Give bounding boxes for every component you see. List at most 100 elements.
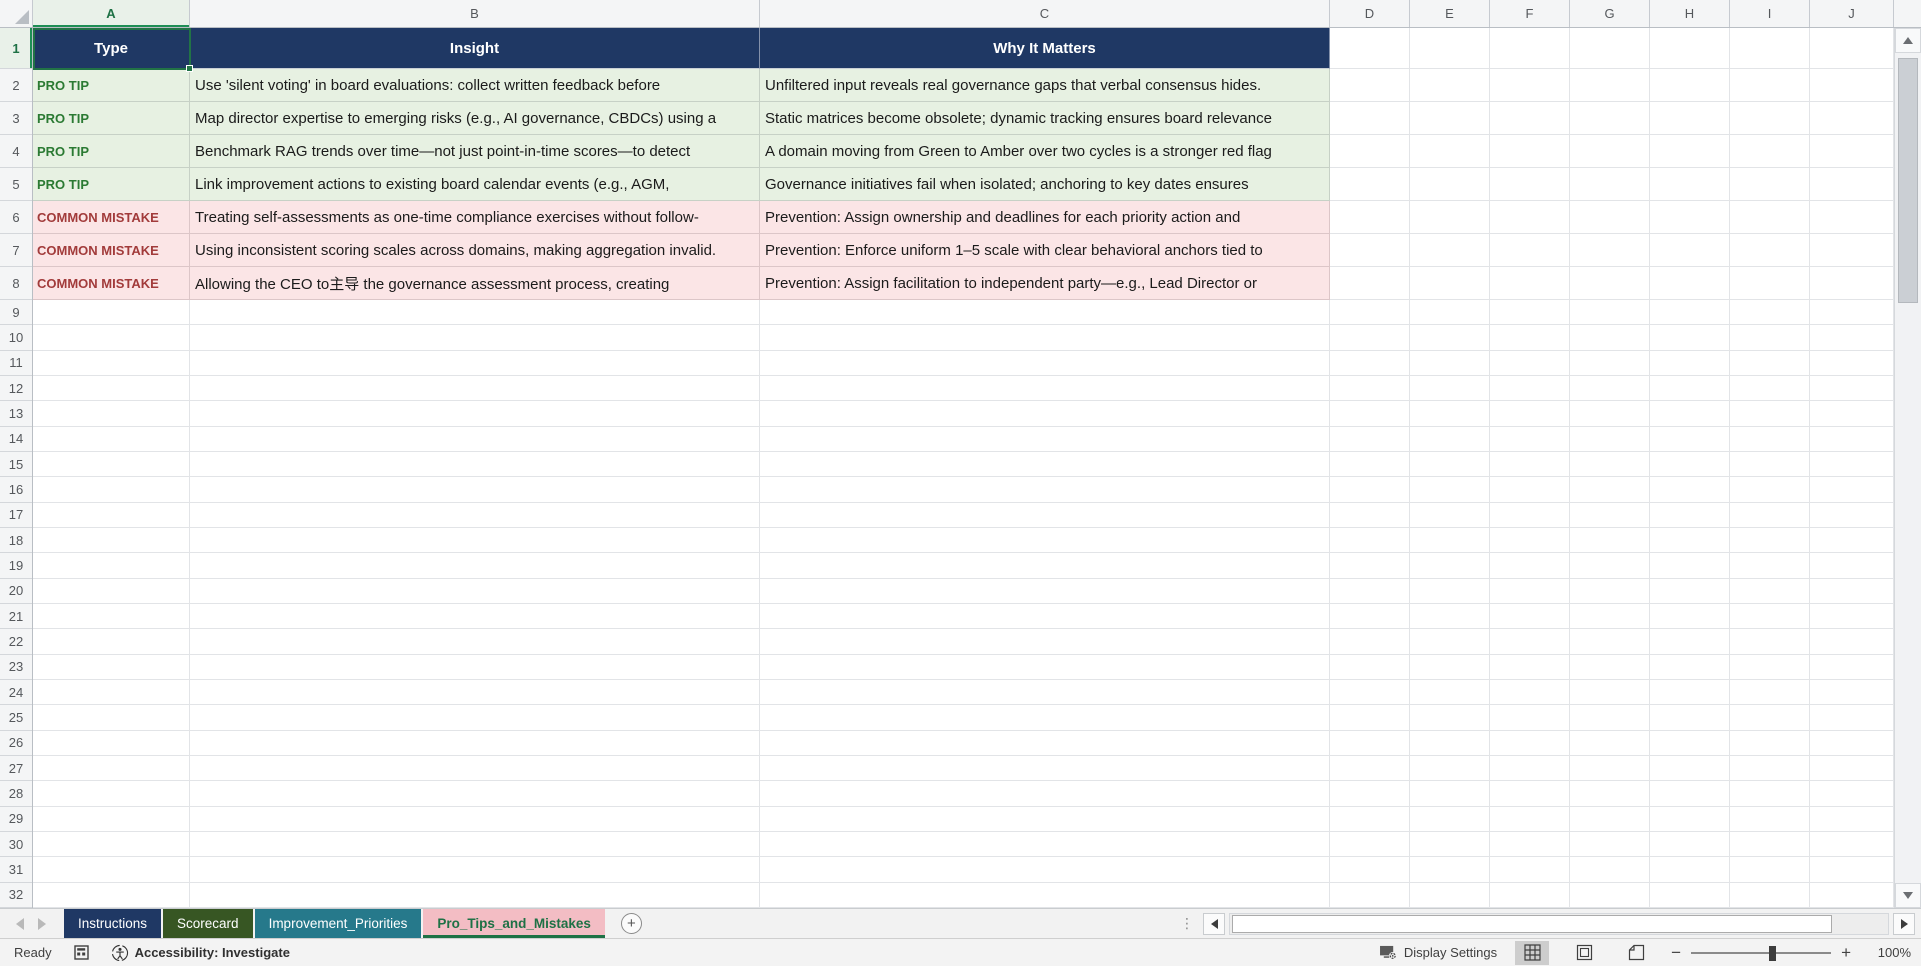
cell-H2[interactable] — [1650, 69, 1730, 102]
cell-A23[interactable] — [33, 654, 190, 680]
cell-F12[interactable] — [1490, 375, 1570, 402]
row-header-26[interactable]: 26 — [0, 731, 32, 756]
cell-D3[interactable] — [1330, 102, 1410, 135]
cell-C31[interactable] — [760, 857, 1330, 883]
column-header-G[interactable]: G — [1570, 0, 1650, 27]
row-header-22[interactable]: 22 — [0, 629, 32, 655]
cell-G27[interactable] — [1570, 755, 1650, 782]
cell-C30[interactable] — [760, 831, 1330, 858]
display-settings-button[interactable]: Display Settings — [1379, 945, 1497, 961]
row-header-17[interactable]: 17 — [0, 503, 32, 528]
next-sheet-arrow-icon[interactable] — [38, 917, 46, 930]
cell-G3[interactable] — [1570, 102, 1650, 135]
cell-B23[interactable] — [190, 654, 760, 680]
cell-J19[interactable] — [1810, 553, 1894, 579]
cell-E6[interactable] — [1410, 201, 1490, 234]
cell-H25[interactable] — [1650, 705, 1730, 731]
row-header-5[interactable]: 5 — [0, 168, 32, 201]
row-header-28[interactable]: 28 — [0, 781, 32, 807]
cell-F29[interactable] — [1490, 806, 1570, 832]
cell-H20[interactable] — [1650, 578, 1730, 604]
cell-G1[interactable] — [1570, 28, 1650, 69]
cell-C14[interactable] — [760, 426, 1330, 452]
cell-B24[interactable] — [190, 679, 760, 706]
cell-E26[interactable] — [1410, 730, 1490, 756]
cell-A13[interactable] — [33, 401, 190, 427]
cell-B4[interactable]: Benchmark RAG trends over time—not just … — [190, 135, 760, 168]
cell-C19[interactable] — [760, 553, 1330, 579]
cell-B32[interactable] — [190, 882, 760, 908]
cell-D9[interactable] — [1330, 300, 1410, 326]
cell-J28[interactable] — [1810, 781, 1894, 807]
cell-D18[interactable] — [1330, 527, 1410, 554]
row-header-20[interactable]: 20 — [0, 579, 32, 604]
cell-H7[interactable] — [1650, 234, 1730, 267]
cell-H15[interactable] — [1650, 451, 1730, 478]
zoom-slider-thumb[interactable] — [1769, 945, 1777, 961]
cell-B20[interactable] — [190, 578, 760, 604]
cell-E14[interactable] — [1410, 426, 1490, 452]
cell-I12[interactable] — [1730, 375, 1810, 402]
cell-E11[interactable] — [1410, 350, 1490, 376]
row-header-13[interactable]: 13 — [0, 401, 32, 427]
cell-G15[interactable] — [1570, 451, 1650, 478]
row-header-24[interactable]: 24 — [0, 680, 32, 706]
horizontal-scrollbar[interactable] — [1203, 909, 1921, 938]
cell-I27[interactable] — [1730, 755, 1810, 782]
cell-F25[interactable] — [1490, 705, 1570, 731]
cell-E29[interactable] — [1410, 806, 1490, 832]
cell-J12[interactable] — [1810, 375, 1894, 402]
cell-I1[interactable] — [1730, 28, 1810, 69]
scroll-up-button[interactable] — [1895, 28, 1921, 53]
cell-E1[interactable] — [1410, 28, 1490, 69]
cell-B25[interactable] — [190, 705, 760, 731]
cell-A16[interactable] — [33, 477, 190, 503]
cell-G30[interactable] — [1570, 831, 1650, 858]
cell-H24[interactable] — [1650, 679, 1730, 706]
cell-D11[interactable] — [1330, 350, 1410, 376]
cell-G20[interactable] — [1570, 578, 1650, 604]
cell-A14[interactable] — [33, 426, 190, 452]
cell-J2[interactable] — [1810, 69, 1894, 102]
column-header-C[interactable]: C — [760, 0, 1330, 27]
cell-J31[interactable] — [1810, 857, 1894, 883]
cell-A5[interactable]: PRO TIP — [33, 168, 190, 201]
cell-A29[interactable] — [33, 806, 190, 832]
row-header-18[interactable]: 18 — [0, 528, 32, 554]
cell-E5[interactable] — [1410, 168, 1490, 201]
cell-D32[interactable] — [1330, 882, 1410, 908]
cell-G31[interactable] — [1570, 857, 1650, 883]
cell-B15[interactable] — [190, 451, 760, 478]
cell-E10[interactable] — [1410, 325, 1490, 351]
cell-J4[interactable] — [1810, 135, 1894, 168]
cell-H23[interactable] — [1650, 654, 1730, 680]
cell-I25[interactable] — [1730, 705, 1810, 731]
cell-E27[interactable] — [1410, 755, 1490, 782]
row-header-23[interactable]: 23 — [0, 655, 32, 680]
cell-B26[interactable] — [190, 730, 760, 756]
cell-C32[interactable] — [760, 882, 1330, 908]
cell-G2[interactable] — [1570, 69, 1650, 102]
column-header-J[interactable]: J — [1810, 0, 1894, 27]
cell-I4[interactable] — [1730, 135, 1810, 168]
cell-B11[interactable] — [190, 350, 760, 376]
cell-G13[interactable] — [1570, 401, 1650, 427]
cell-F21[interactable] — [1490, 603, 1570, 630]
cell-J11[interactable] — [1810, 350, 1894, 376]
scroll-left-button[interactable] — [1203, 912, 1225, 935]
row-header-25[interactable]: 25 — [0, 705, 32, 731]
cell-H32[interactable] — [1650, 882, 1730, 908]
cell-C21[interactable] — [760, 603, 1330, 630]
cell-B7[interactable]: Using inconsistent scoring scales across… — [190, 234, 760, 267]
cell-D2[interactable] — [1330, 69, 1410, 102]
cell-B17[interactable] — [190, 502, 760, 528]
cell-F18[interactable] — [1490, 527, 1570, 554]
cell-J10[interactable] — [1810, 325, 1894, 351]
column-header-D[interactable]: D — [1330, 0, 1410, 27]
cell-A17[interactable] — [33, 502, 190, 528]
cell-F28[interactable] — [1490, 781, 1570, 807]
cell-B6[interactable]: Treating self-assessments as one-time co… — [190, 201, 760, 234]
cell-I10[interactable] — [1730, 325, 1810, 351]
cell-D21[interactable] — [1330, 603, 1410, 630]
zoom-in-button[interactable]: + — [1841, 943, 1851, 963]
